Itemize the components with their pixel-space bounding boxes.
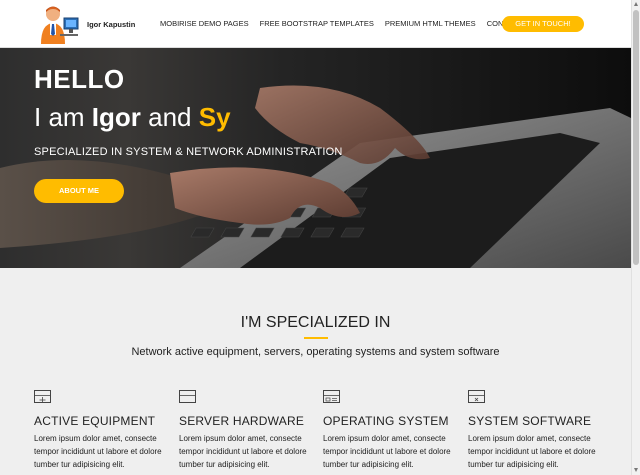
- page: Igor Kapustin MOBIRISE DEMO PAGES FREE B…: [0, 0, 640, 475]
- hero-section: HELLO I am Igor and Sy SPECIALIZED IN SY…: [0, 48, 631, 268]
- brand[interactable]: Igor Kapustin: [38, 4, 135, 44]
- navbar: Igor Kapustin MOBIRISE DEMO PAGES FREE B…: [0, 0, 631, 48]
- brand-name: Igor Kapustin: [87, 19, 136, 29]
- page-scrollbar[interactable]: [631, 0, 640, 475]
- feature-text: Lorem ipsum dolor amet, consecte tempor …: [323, 434, 451, 469]
- hero-sub-mid: and: [140, 102, 199, 132]
- nav-links: MOBIRISE DEMO PAGES FREE BOOTSTRAP TEMPL…: [160, 19, 538, 28]
- nav-link-html-themes[interactable]: PREMIUM HTML THEMES: [385, 19, 476, 28]
- hero-typed-text: Sy: [198, 102, 231, 132]
- section-divider: [304, 337, 328, 339]
- feature-title: OPERATING SYSTEM: [323, 414, 449, 428]
- app-window-icon: [468, 390, 485, 403]
- scroll-up-arrow-icon[interactable]: [634, 2, 638, 6]
- hero-specialization: SPECIALIZED IN SYSTEM & NETWORK ADMINIST…: [34, 146, 343, 158]
- feature-title: SERVER HARDWARE: [179, 414, 305, 428]
- feature-operating-system: OPERATING SYSTEM Lorem ipsum dolor amet,…: [323, 390, 463, 471]
- section-subtitle: Network active equipment, servers, opera…: [131, 346, 500, 358]
- about-me-button[interactable]: ABOUT ME: [34, 179, 124, 203]
- feature-text: Lorem ipsum dolor amet, consecte tempor …: [179, 434, 307, 469]
- hero-title: HELLO: [34, 64, 125, 94]
- get-in-touch-button[interactable]: GET IN TOUCH!: [502, 16, 584, 32]
- scrollbar-thumb[interactable]: [633, 10, 639, 265]
- hero-subtitle: I am Igor and Sy: [34, 102, 231, 133]
- feature-title: ACTIVE EQUIPMENT: [34, 414, 156, 428]
- nav-link-demo-pages[interactable]: MOBIRISE DEMO PAGES: [160, 19, 249, 28]
- hero-sub-prefix: I am: [34, 102, 92, 132]
- feature-server-hardware: SERVER HARDWARE Lorem ipsum dolor amet, …: [179, 390, 319, 471]
- server-icon: [179, 390, 196, 403]
- nav-link-bootstrap-templates[interactable]: FREE BOOTSTRAP TEMPLATES: [260, 19, 374, 28]
- window-icon: [323, 390, 340, 403]
- scroll-down-arrow-icon[interactable]: [634, 468, 638, 472]
- hero-sub-name: Igor: [91, 102, 141, 132]
- network-device-icon: [34, 390, 51, 403]
- feature-text: Lorem ipsum dolor amet, consecte tempor …: [468, 434, 596, 469]
- feature-system-software: SYSTEM SOFTWARE Lorem ipsum dolor amet, …: [468, 390, 608, 471]
- feature-active-equipment: ACTIVE EQUIPMENT Lorem ipsum dolor amet,…: [34, 390, 174, 471]
- feature-title: SYSTEM SOFTWARE: [468, 414, 592, 428]
- feature-text: Lorem ipsum dolor amet, consecte tempor …: [34, 434, 162, 469]
- avatar-logo-icon: [38, 4, 82, 44]
- section-title: I'M SPECIALIZED IN: [240, 314, 391, 331]
